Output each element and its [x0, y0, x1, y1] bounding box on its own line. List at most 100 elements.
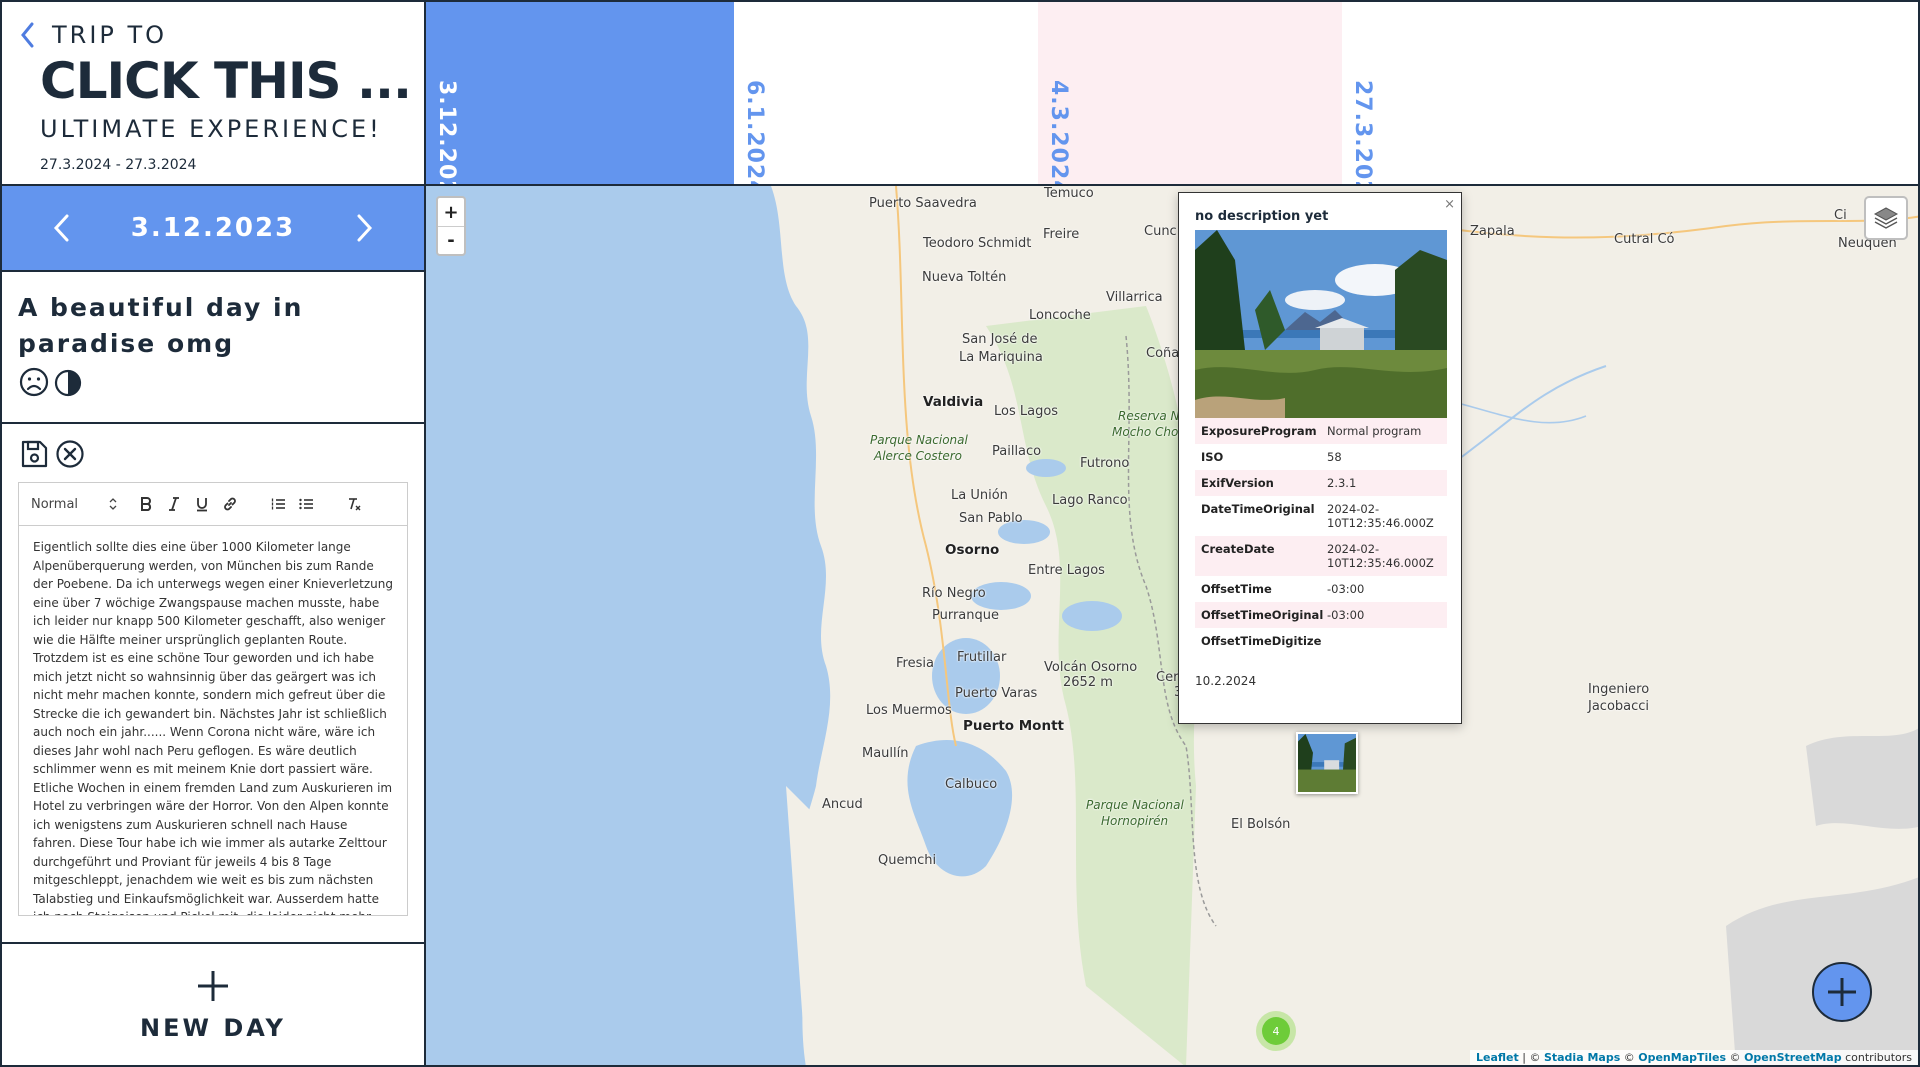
map-place-label: Parque Nacional: [1086, 798, 1184, 812]
exif-row: OffsetTimeOriginal -03:00: [1195, 602, 1447, 628]
exif-key: ExposureProgram: [1201, 424, 1317, 438]
exif-value: -03:00: [1327, 608, 1365, 622]
exif-key: OffsetTime: [1201, 582, 1272, 596]
photo-marker[interactable]: [1296, 732, 1358, 794]
ordered-list-icon[interactable]: [267, 493, 289, 515]
next-day-icon[interactable]: [352, 210, 376, 246]
photo-popup: × no description yet ExposureProgram Norm…: [1178, 192, 1462, 724]
map-place-label: Frutillar: [957, 650, 1007, 665]
bold-icon[interactable]: [135, 493, 157, 515]
trip-app: TRIP TO CLICK THIS ... ULTIMATE EXPERIEN…: [0, 0, 1920, 1067]
map-place-label: Entre Lagos: [1028, 563, 1105, 578]
map-place-label: Puerto Montt: [963, 718, 1064, 734]
trip-dates: 27.3.2024 - 27.3.2024: [40, 157, 197, 173]
trip-title: CLICK THIS ...: [40, 52, 412, 110]
timeline-day-1[interactable]: 6.1.2024: [734, 2, 1038, 184]
save-icon[interactable]: [18, 438, 50, 470]
timeline-day-label: 6.1.2024: [742, 80, 767, 186]
back-label[interactable]: TRIP TO: [52, 21, 167, 49]
italic-icon[interactable]: [163, 493, 185, 515]
previous-day-icon[interactable]: [50, 210, 74, 246]
exif-row: ExposureProgram Normal program: [1195, 418, 1447, 444]
map-place-label: Teodoro Schmidt: [923, 236, 1032, 251]
map-place-label: Río Negro: [922, 586, 986, 601]
map-place-label: Hornopirén: [1101, 814, 1169, 828]
timeline-day-2[interactable]: 4.3.2024: [1038, 2, 1342, 184]
exif-value: 58: [1327, 450, 1342, 464]
plus-icon: [198, 970, 228, 1001]
bullet-list-icon[interactable]: [295, 493, 317, 515]
chevron-left-icon[interactable]: [16, 20, 40, 50]
day-navigator: 3.12.2023: [0, 186, 424, 272]
layers-button[interactable]: [1864, 196, 1908, 240]
map-attribution: Leaflet | © Stadia Maps © OpenMapTiles ©…: [1469, 1050, 1918, 1065]
layers-icon: [1873, 207, 1899, 229]
zoom-control: + -: [436, 196, 466, 256]
attribution-separator: ©: [1726, 1051, 1745, 1064]
exif-value: [1327, 634, 1441, 648]
exif-value: -03:00: [1327, 582, 1365, 596]
map[interactable]: Temuco Puerto Saavedra Freire Cunc Teodoro S…: [424, 186, 1920, 1067]
map-place-label: Puerto Varas: [955, 686, 1038, 701]
trip-subtitle: ULTIMATE EXPERIENCE!: [40, 115, 382, 143]
contrast-icon[interactable]: [52, 366, 84, 398]
map-place-label: Reserva N: [1118, 409, 1180, 423]
map-place-label: Zapala: [1470, 224, 1515, 239]
map-place-label: Jacobacci: [1588, 699, 1650, 714]
map-place-label: El Bolsón: [1231, 817, 1291, 832]
map-place-label: Ancud: [822, 797, 863, 812]
add-photo-button[interactable]: [1812, 962, 1872, 1022]
leaflet-link[interactable]: Leaflet: [1476, 1051, 1519, 1064]
underline-icon[interactable]: [191, 493, 213, 515]
new-day-button[interactable]: NEW DAY: [0, 944, 424, 1067]
current-day-date: 3.12.2023: [130, 213, 296, 243]
map-place-label: Los Muermos: [866, 703, 952, 718]
map-place-label: Ingeniero: [1588, 682, 1650, 697]
map-place-label: San José de: [962, 332, 1038, 347]
popup-photo: [1195, 230, 1447, 418]
sad-face-icon[interactable]: [18, 366, 50, 398]
exif-row: OffsetTimeDigitize: [1195, 628, 1447, 654]
attribution-separator: ©: [1620, 1051, 1639, 1064]
editor-text-area[interactable]: Eigentlich sollte dies eine über 1000 Ki…: [18, 526, 408, 916]
exif-key: CreateDate: [1201, 542, 1275, 556]
timeline-day-3[interactable]: 27.3.2024: [1342, 2, 1918, 186]
zoom-out-button[interactable]: -: [438, 226, 464, 254]
exif-table: ExposureProgram Normal program ISO 58 ExifVe…: [1195, 418, 1447, 656]
attribution-separator: | ©: [1518, 1051, 1544, 1064]
editor-toolbar: Normal: [18, 482, 408, 526]
back-link[interactable]: TRIP TO: [16, 20, 424, 50]
map-place-label: Freire: [1043, 227, 1080, 242]
map-place-label: Calbuco: [945, 777, 998, 792]
trip-header: TRIP TO CLICK THIS ... ULTIMATE EXPERIEN…: [0, 0, 424, 186]
day-title[interactable]: A beautiful day in paradise omg: [18, 290, 408, 362]
editor-actions: [18, 436, 408, 472]
map-place-label: Temuco: [1044, 186, 1094, 201]
clear-format-icon[interactable]: [343, 493, 365, 515]
openmaptiles-link[interactable]: OpenMapTiles: [1638, 1051, 1726, 1064]
zoom-in-button[interactable]: +: [438, 198, 464, 226]
exif-key: ExifVersion: [1201, 476, 1274, 490]
exif-row: CreateDate 2024-02-10T12:35:46.000Z: [1195, 536, 1447, 576]
format-select-label: Normal: [31, 496, 79, 512]
stadia-link[interactable]: Stadia Maps: [1544, 1051, 1620, 1064]
timeline-day-label: 27.3.2024: [1350, 80, 1375, 186]
timeline-day-label: 3.12.2023: [434, 80, 459, 186]
map-place-label: Ci: [1834, 208, 1847, 223]
exif-row: ExifVersion 2.3.1: [1195, 470, 1447, 496]
map-place-label: Fresia: [896, 656, 934, 671]
map-place-label: Cunc: [1144, 224, 1177, 239]
map-place-label: Nueva Toltén: [922, 270, 1007, 285]
map-place-label: 2652 m: [1063, 675, 1113, 690]
discard-icon[interactable]: [54, 438, 86, 470]
format-select[interactable]: Normal: [31, 497, 117, 512]
timeline-day-0[interactable]: 3.12.2023: [426, 2, 734, 184]
marker-cluster[interactable]: 4: [1256, 1011, 1296, 1051]
map-place-label: La Mariquina: [959, 350, 1043, 365]
exif-key: DateTimeOriginal: [1201, 502, 1315, 516]
popup-close-button[interactable]: ×: [1444, 197, 1455, 212]
select-arrows-icon: [109, 498, 117, 510]
openstreetmap-link[interactable]: OpenStreetMap: [1744, 1051, 1842, 1064]
mood-selector: [18, 366, 408, 398]
link-icon[interactable]: [219, 493, 241, 515]
